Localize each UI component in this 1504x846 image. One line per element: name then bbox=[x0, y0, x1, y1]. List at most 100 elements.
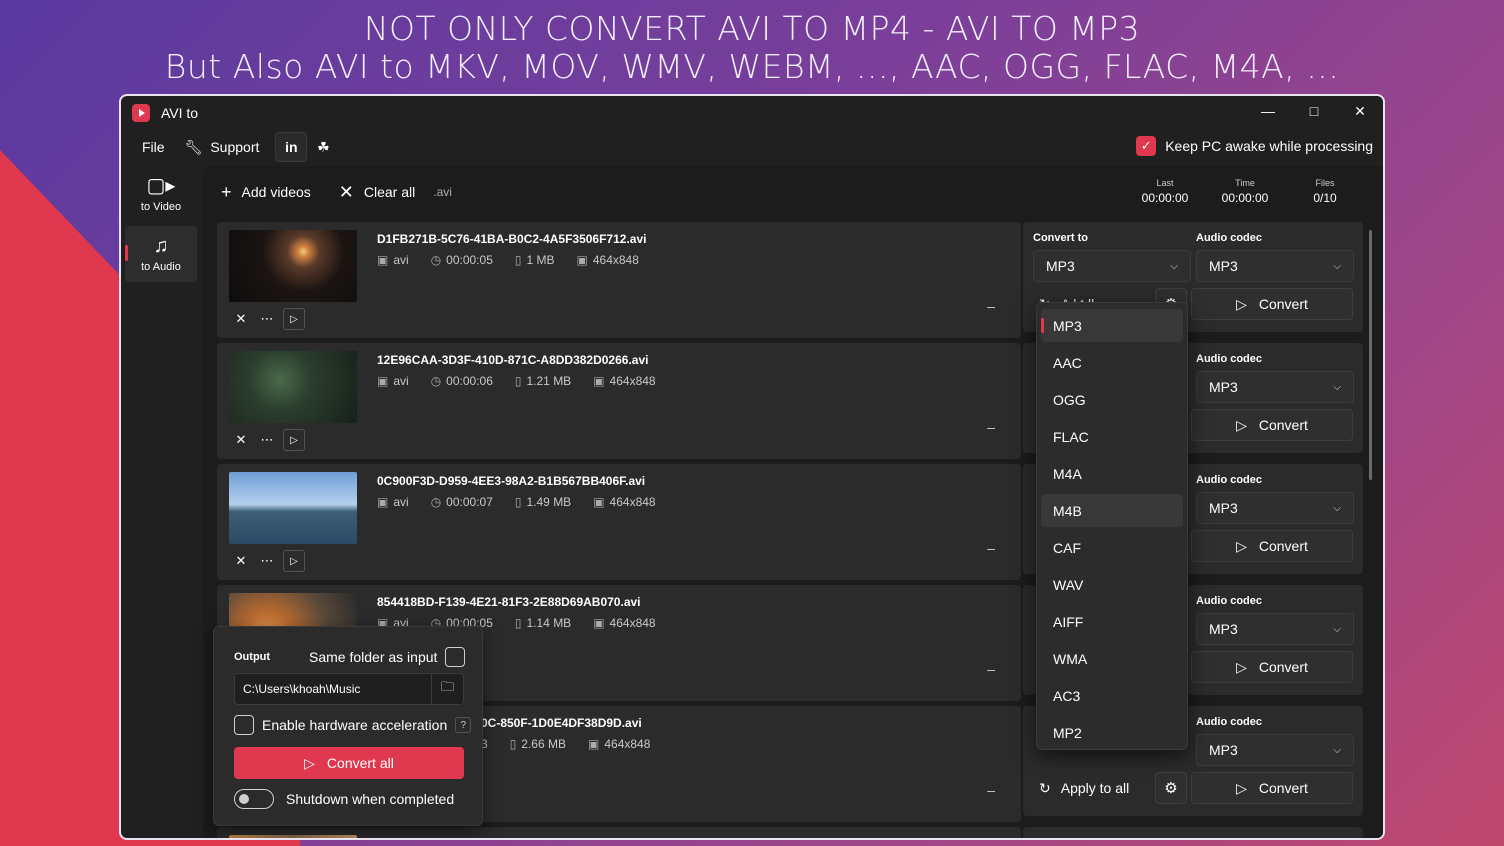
duration-value: 00:00:06 bbox=[446, 374, 493, 388]
sidebar-item-to-audio[interactable]: ♫ to Audio bbox=[125, 226, 197, 282]
convert-button[interactable]: ▷ Convert bbox=[1191, 409, 1353, 441]
help-icon[interactable]: ? bbox=[455, 717, 472, 733]
remove-icon[interactable]: ✕ bbox=[231, 308, 251, 330]
duration-value: 00:00:05 bbox=[446, 253, 493, 267]
remove-icon[interactable]: ✕ bbox=[231, 550, 251, 572]
menu-file-label: File bbox=[142, 139, 165, 155]
codec-select-value: MP3 bbox=[1209, 621, 1238, 637]
dropdown-option-m4a[interactable]: M4A bbox=[1041, 457, 1183, 490]
linkedin-button[interactable]: in bbox=[275, 132, 308, 162]
output-path-field[interactable]: C:\Users\khoah\Music 🗀︎ bbox=[234, 673, 464, 705]
clear-all-button[interactable]: ✕ Clear all bbox=[325, 176, 429, 208]
file-icon: ▯ bbox=[514, 253, 522, 267]
hardware-acceleration-option[interactable]: Enable hardware acceleration ? bbox=[234, 715, 472, 735]
file-name: 0C900F3D-D959-4EE3-98A2-B1B567BB406F.avi bbox=[377, 474, 646, 488]
dropdown-option-ogg[interactable]: OGG bbox=[1041, 383, 1183, 416]
file-meta: ▣ avi ◷ 00:00:07 ▯ 1.49 MB ▣ 464x848 bbox=[377, 495, 656, 509]
sidebar-item-to-video[interactable]: ▢▸ to Video bbox=[125, 166, 197, 222]
convert-button[interactable]: ▷ Convert bbox=[1191, 530, 1353, 562]
scrollbar[interactable] bbox=[1369, 230, 1372, 480]
more-icon[interactable]: ⋯ bbox=[257, 550, 277, 572]
convert-options bbox=[1023, 827, 1363, 838]
codec-select[interactable]: MP3 ⌵ bbox=[1196, 250, 1354, 282]
play-icon: ▷ bbox=[1236, 416, 1247, 433]
dropdown-option-flac[interactable]: FLAC bbox=[1041, 420, 1183, 453]
chevron-down-icon: ⌵ bbox=[1170, 260, 1178, 272]
play-icon[interactable]: ▷ bbox=[283, 308, 305, 330]
chevron-down-icon: ⌵ bbox=[1333, 502, 1341, 514]
same-folder-checkbox[interactable] bbox=[445, 647, 466, 667]
meta-size: ▯ 1 MB bbox=[515, 253, 555, 267]
size-value: 2.66 MB bbox=[521, 737, 566, 751]
dropdown-option-m4b[interactable]: M4B bbox=[1041, 494, 1183, 527]
remove-icon[interactable]: ✕ bbox=[231, 429, 251, 451]
meta-format: ▣ avi bbox=[377, 495, 409, 509]
gift-button[interactable]: ☘ bbox=[307, 132, 339, 162]
convert-button[interactable]: ▷ Convert bbox=[1191, 651, 1353, 683]
file-name: 12E96CAA-3D3F-410D-871C-A8DD382D0266.avi bbox=[377, 353, 649, 367]
file-name: 0C-850F-1D0E4DF38D9D.avi bbox=[481, 716, 642, 730]
shutdown-option[interactable]: Shutdown when completed bbox=[234, 789, 454, 809]
codec-select[interactable]: MP3 ⌵ bbox=[1196, 734, 1354, 766]
dropdown-option-wma[interactable]: WMA bbox=[1041, 642, 1183, 675]
stat-files: Files 0/10 bbox=[1285, 178, 1365, 205]
meta-duration: ◷ 00:00:05 bbox=[431, 253, 493, 267]
stat-time-value: 00:00:00 bbox=[1221, 191, 1269, 205]
size-value: 1.49 MB bbox=[526, 495, 572, 509]
app-title: AVI to bbox=[161, 105, 199, 121]
keep-awake-checkbox[interactable]: ✓ bbox=[1136, 136, 1157, 156]
codec-select[interactable]: MP3 ⌵ bbox=[1196, 613, 1354, 645]
codec-select[interactable]: MP3 ⌵ bbox=[1196, 492, 1354, 524]
file-meta: 3 ▯ 2.66 MB ▣ 464x848 bbox=[481, 737, 650, 751]
music-note-icon: ♫ bbox=[153, 235, 169, 257]
play-icon[interactable]: ▷ bbox=[283, 550, 305, 572]
add-videos-button[interactable]: + Add videos bbox=[207, 176, 325, 208]
codec-select[interactable]: MP3 ⌵ bbox=[1196, 371, 1354, 403]
convert-button[interactable]: ▷ Convert bbox=[1191, 772, 1353, 804]
file-card: ✕ ⋯ ▷ D1FB271B-5C76-41BA-B0C2-4A5F3506F7… bbox=[217, 222, 1021, 338]
play-icon: ▷ bbox=[1236, 779, 1247, 796]
menu-file[interactable]: File bbox=[132, 132, 175, 162]
apply-to-all-label: Apply to all bbox=[1060, 780, 1130, 796]
hardware-acceleration-label: Enable hardware acceleration bbox=[262, 717, 448, 733]
menu-support[interactable]: 🔧︎ Support bbox=[175, 132, 270, 162]
meta-size: ▯ 1.21 MB bbox=[515, 374, 571, 388]
convert-button[interactable]: ▷ Convert bbox=[1191, 288, 1353, 320]
same-folder-option[interactable]: Same folder as input bbox=[309, 647, 466, 667]
convert-label: Convert bbox=[1258, 780, 1308, 796]
minimize-button[interactable]: — bbox=[1245, 96, 1291, 126]
dropdown-option-caf[interactable]: CAF bbox=[1041, 531, 1183, 564]
meta-format: ▣ avi bbox=[377, 253, 409, 267]
dropdown-option-wav[interactable]: WAV bbox=[1041, 568, 1183, 601]
more-icon[interactable]: ⋯ bbox=[257, 429, 277, 451]
close-icon: ✕ bbox=[338, 182, 354, 202]
convert-label: Convert bbox=[1258, 659, 1308, 675]
file-icon: ▯ bbox=[514, 616, 522, 630]
browse-folder-button[interactable]: 🗀︎ bbox=[431, 674, 463, 704]
keep-awake-option[interactable]: ✓ Keep PC awake while processing bbox=[1136, 136, 1373, 156]
clear-all-label: Clear all bbox=[363, 184, 416, 200]
shutdown-toggle[interactable] bbox=[234, 789, 274, 809]
play-icon: ▷ bbox=[1236, 295, 1247, 312]
apply-to-all-button[interactable]: ↻ Apply to all bbox=[1033, 772, 1135, 804]
gear-icon: ⚙ bbox=[1164, 780, 1178, 797]
hardware-acceleration-checkbox[interactable] bbox=[234, 715, 254, 735]
dropdown-option-aiff[interactable]: AIFF bbox=[1041, 605, 1183, 638]
meta-resolution: ▣ 464x848 bbox=[588, 737, 650, 751]
format-select[interactable]: MP3 ⌵ bbox=[1033, 250, 1191, 282]
dropdown-option-ac3[interactable]: AC3 bbox=[1041, 679, 1183, 712]
more-icon[interactable]: ⋯ bbox=[257, 308, 277, 330]
convert-all-button[interactable]: ▷ Convert all bbox=[234, 747, 464, 779]
dropdown-option-mp2[interactable]: MP2 bbox=[1041, 716, 1183, 749]
extension-label: .avi bbox=[433, 185, 452, 199]
file-card: ✕ ⋯ ▷ 0C900F3D-D959-4EE3-98A2-B1B567BB40… bbox=[217, 464, 1021, 580]
maximize-button[interactable]: □ bbox=[1291, 96, 1337, 126]
dropdown-option-mp3[interactable]: MP3 bbox=[1041, 309, 1183, 342]
dropdown-option-aac[interactable]: AAC bbox=[1041, 346, 1183, 379]
close-button[interactable]: ✕ bbox=[1337, 96, 1383, 126]
convert-to-label: Convert to bbox=[1033, 232, 1088, 244]
settings-button[interactable]: ⚙ bbox=[1155, 772, 1187, 804]
sidebar: ▢▸ to Video ♫ to Audio bbox=[125, 166, 197, 286]
video-thumbnail bbox=[229, 472, 357, 544]
play-icon[interactable]: ▷ bbox=[283, 429, 305, 451]
